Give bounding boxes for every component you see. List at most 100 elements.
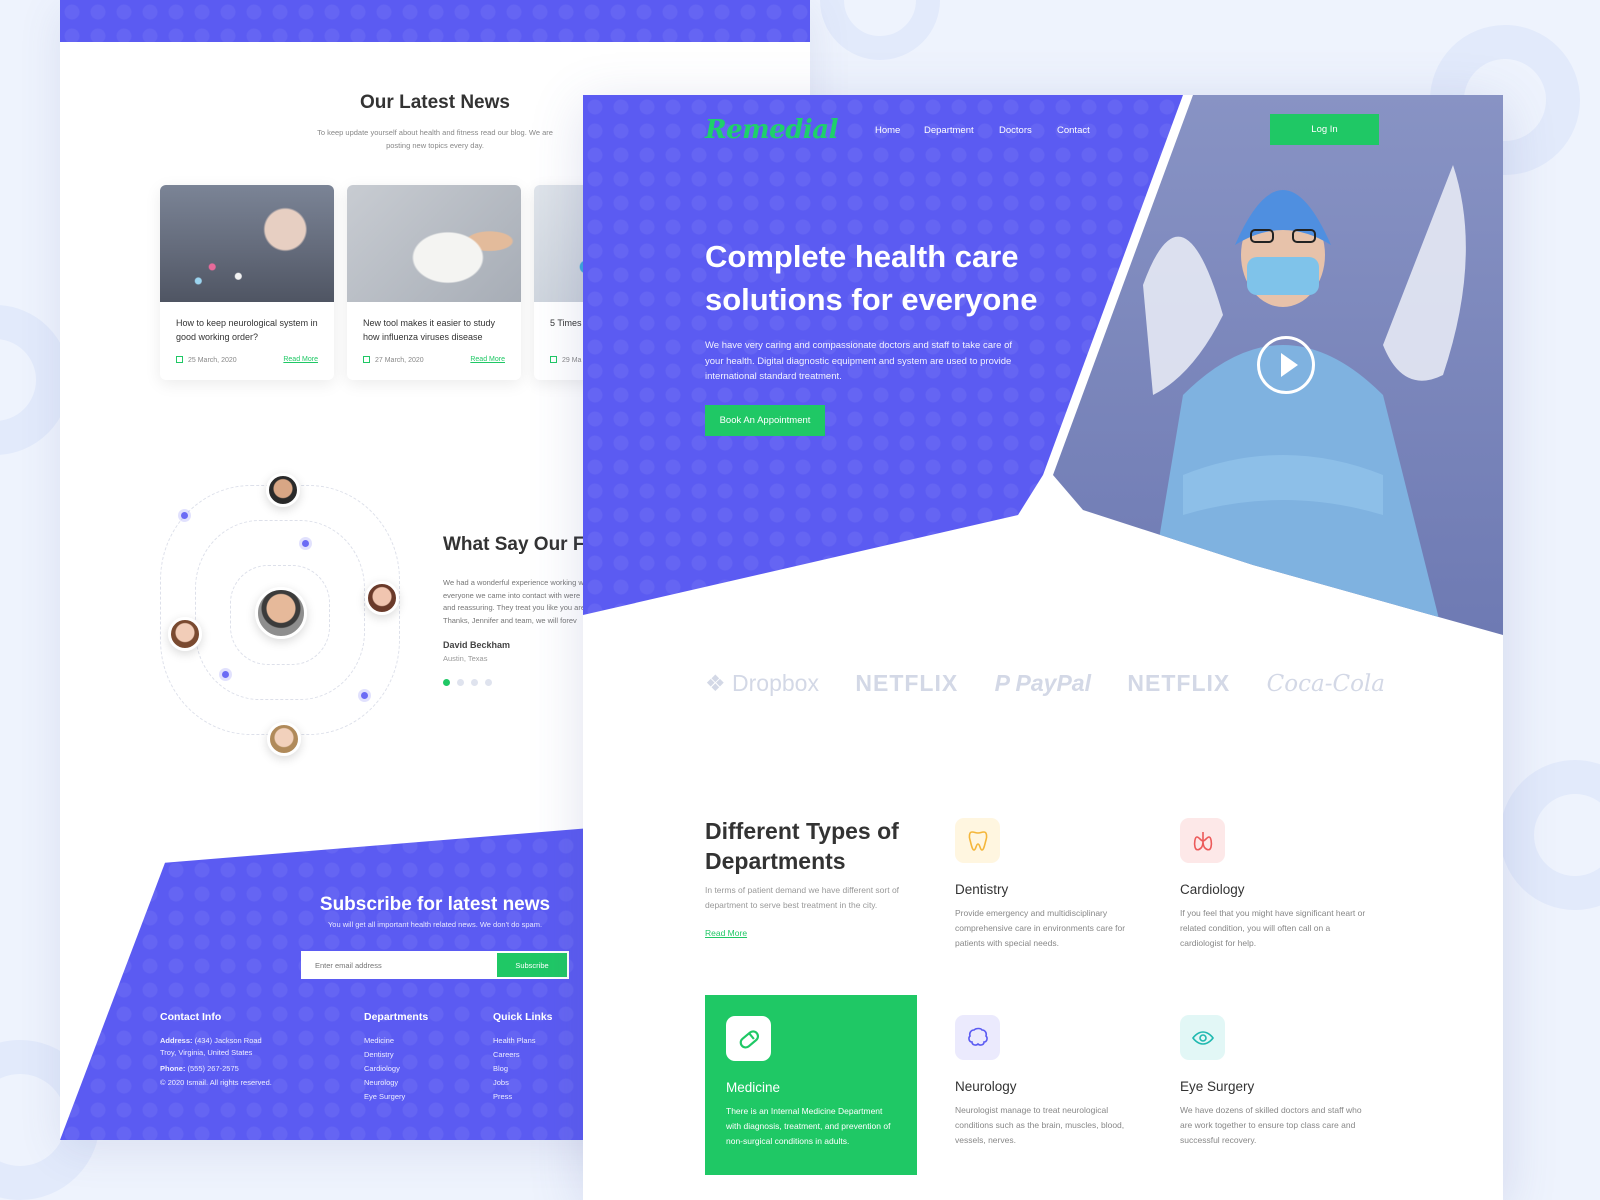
tooth-icon (955, 818, 1000, 863)
departments-title: Different Types of Departments (705, 818, 899, 874)
top-banner (60, 0, 810, 42)
news-card-date: 29 Ma (562, 357, 582, 364)
footer-link[interactable]: Medicine (364, 1034, 428, 1048)
pagination-dot[interactable] (485, 679, 492, 686)
dept-name: Medicine (726, 1080, 781, 1095)
dept-neurology[interactable]: Neurology Neurologist manage to treat ne… (955, 1015, 1145, 1148)
reviewer-avatar[interactable] (267, 722, 301, 756)
calendar-icon (550, 356, 557, 363)
coca-cola-logo: Coca-Cola (1266, 670, 1385, 697)
nav-doctors[interactable]: Doctors (999, 125, 1032, 136)
lungs-icon (1180, 818, 1225, 863)
dept-text: Neurologist manage to treat neurological… (955, 1105, 1125, 1145)
footer-link[interactable]: Health Plans (493, 1034, 553, 1048)
dropbox-icon: ❖ (705, 670, 733, 696)
testimonial-pagination (443, 679, 492, 686)
footer-heading: Departments (364, 1011, 429, 1023)
dept-name: Dentistry (955, 882, 1009, 897)
pill-icon (726, 1016, 771, 1061)
read-more-link[interactable]: Read More (470, 356, 505, 364)
hero-title: Complete health care solutions for every… (705, 239, 1038, 317)
testimonial-heading: What Say Our F (443, 534, 585, 555)
orbit-dot (302, 540, 309, 547)
dept-name: Eye Surgery (1180, 1079, 1255, 1094)
phone-number: (555) 267-2575 (187, 1064, 239, 1073)
nav-department[interactable]: Department (924, 125, 974, 136)
dept-text: There is an Internal Medicine Department… (726, 1106, 891, 1146)
partner-logos: ❖ Dropbox NETFLIX P PayPal NETFLIX Coca-… (705, 670, 1385, 697)
dept-text: Provide emergency and multidisciplinary … (955, 908, 1126, 948)
nav-contact[interactable]: Contact (1057, 125, 1090, 136)
play-video-icon[interactable] (1257, 336, 1315, 394)
brand-logo[interactable]: Remedial (705, 115, 838, 145)
eye-icon (1180, 1015, 1225, 1060)
main-reviewer-avatar[interactable] (255, 587, 307, 639)
dept-cardiology[interactable]: Cardiology If you feel that you might ha… (1180, 818, 1370, 951)
nav-home[interactable]: Home (875, 125, 900, 136)
dept-dentistry[interactable]: Dentistry Provide emergency and multidis… (955, 818, 1145, 951)
footer-link[interactable]: Dentistry (364, 1048, 428, 1062)
dept-name: Cardiology (1180, 882, 1245, 897)
departments-read-more[interactable]: Read More (705, 928, 747, 938)
news-card-date: 25 March, 2020 (188, 357, 237, 364)
dept-medicine[interactable]: Medicine There is an Internal Medicine D… (705, 995, 917, 1175)
reviewer-location: Austin, Texas (443, 654, 488, 663)
reviewer-name: David Beckham (443, 640, 511, 650)
news-card[interactable]: How to keep neurological system in good … (160, 185, 334, 380)
dept-text: If you feel that you might have signific… (1180, 908, 1366, 948)
footer-link[interactable]: Jobs (493, 1076, 553, 1090)
dept-eye-surgery[interactable]: Eye Surgery We have dozens of skilled do… (1180, 1015, 1370, 1148)
footer-departments: Departments Medicine Dentistry Cardiolog… (364, 1011, 428, 1104)
brain-icon (955, 1015, 1000, 1060)
news-subtitle: To keep update yourself about health and… (317, 128, 553, 150)
footer-link[interactable]: Neurology (364, 1076, 428, 1090)
news-card[interactable]: New tool makes it easier to study how in… (347, 185, 521, 380)
footer-heading: Quick Links (493, 1011, 553, 1023)
background-ring (820, 0, 940, 60)
orbit-dot (222, 671, 229, 678)
paypal-logo: P PayPal (994, 670, 1091, 696)
paypal-icon: P (994, 670, 1016, 696)
dept-text: We have dozens of skilled doctors and st… (1180, 1105, 1362, 1145)
news-card-title: New tool makes it easier to study how in… (363, 318, 496, 342)
footer-link[interactable]: Blog (493, 1062, 553, 1076)
pagination-dot[interactable] (471, 679, 478, 686)
reviewer-avatar[interactable] (266, 473, 300, 507)
orbit-dot (181, 512, 188, 519)
calendar-icon (363, 356, 370, 363)
pills-image (160, 185, 334, 302)
footer-link[interactable]: Eye Surgery (364, 1090, 428, 1104)
footer-heading: Contact Info (160, 1011, 222, 1023)
book-appointment-button[interactable]: Book An Appointment (705, 405, 825, 436)
read-more-link[interactable]: Read More (283, 356, 318, 364)
pagination-dot[interactable] (443, 679, 450, 686)
footer-quick-links: Quick Links Health Plans Careers Blog Jo… (493, 1011, 553, 1104)
subscribe-form: Subscribe (301, 951, 569, 979)
reviewer-avatar[interactable] (365, 581, 399, 615)
reviewer-avatar[interactable] (168, 617, 202, 651)
footer-link[interactable]: Press (493, 1090, 553, 1104)
footer-link[interactable]: Careers (493, 1048, 553, 1062)
copyright: © 2020 Ismail. All rights reserved. (160, 1078, 272, 1087)
calendar-icon (176, 356, 183, 363)
footer-contact: Contact Info Address: (434) Jackson Road… (160, 1011, 272, 1090)
background-ring (1500, 760, 1600, 910)
footer-link[interactable]: Cardiology (364, 1062, 428, 1076)
dept-name: Neurology (955, 1079, 1017, 1094)
bandaged-foot-image (347, 185, 521, 302)
address-line: Troy, Virginia, United States (160, 1048, 253, 1057)
netflix-logo: NETFLIX (855, 670, 959, 696)
address-line: (434) Jackson Road (194, 1036, 262, 1045)
dropbox-logo: ❖ Dropbox (705, 670, 819, 696)
orbit-dot (361, 692, 368, 699)
netflix-logo: NETFLIX (1127, 670, 1231, 696)
hero-text: We have very caring and compassionate do… (705, 340, 1012, 382)
news-card-title: How to keep neurological system in good … (176, 318, 318, 342)
login-button[interactable]: Log In (1270, 114, 1379, 145)
departments-text: In terms of patient demand we have diffe… (705, 885, 900, 910)
homepage-preview: Remedial Home Department Doctors Contact… (583, 95, 1503, 1200)
pagination-dot[interactable] (457, 679, 464, 686)
subscribe-button[interactable]: Subscribe (497, 953, 567, 977)
email-input[interactable] (303, 953, 495, 977)
news-card-date: 27 March, 2020 (375, 357, 424, 364)
